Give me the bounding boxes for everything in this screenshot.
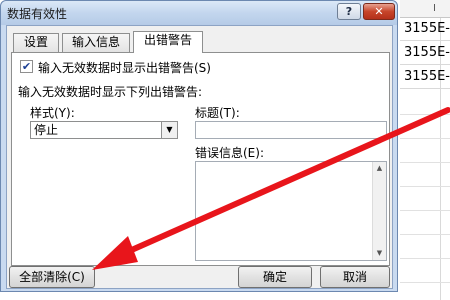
grid-line	[400, 162, 450, 163]
scroll-up-icon[interactable]: ▲	[373, 162, 386, 175]
style-select-value: 停止	[34, 123, 59, 137]
message-scrollbar[interactable]: ▲ ▼	[372, 162, 386, 260]
ok-button[interactable]: 确定	[238, 266, 312, 288]
column-header[interactable]: I	[400, 0, 450, 18]
tab-error-alert[interactable]: 出错警告	[133, 31, 203, 53]
cell-row-3[interactable]: 3155E-	[400, 66, 450, 89]
cell-row-2[interactable]: 3155E-	[400, 42, 450, 65]
message-textarea[interactable]: ▲ ▼	[195, 161, 387, 261]
close-button[interactable]: ✕	[363, 3, 395, 20]
title-label: 标题(T):	[195, 106, 240, 120]
grid-line	[400, 114, 450, 115]
show-error-alert-label[interactable]: 输入无效数据时显示出错警告(S)	[38, 59, 211, 76]
show-error-alert-checkbox[interactable]: ✔	[20, 60, 33, 73]
style-label: 样式(Y):	[30, 106, 75, 120]
dialog-client-area: 设置 输入信息 出错警告 ✔ 输入无效数据时显示出错警告(S) 输入无效数据时显…	[6, 25, 393, 289]
title-bar[interactable]: 数据有效性 ? ✕	[1, 1, 397, 25]
error-alert-panel: ✔ 输入无效数据时显示出错警告(S) 输入无效数据时显示下列出错警告: 样式(Y…	[11, 52, 390, 266]
tab-settings[interactable]: 设置	[13, 33, 59, 52]
grid-line	[400, 234, 450, 235]
cell-row-1[interactable]: 3155E-	[400, 18, 450, 41]
dialog-title: 数据有效性	[7, 7, 68, 21]
message-label: 错误信息(E):	[195, 146, 264, 160]
cancel-button[interactable]: 取消	[320, 266, 390, 288]
grid-line	[400, 282, 450, 283]
help-button[interactable]: ?	[337, 3, 361, 20]
style-select[interactable]: 停止 ▼	[30, 121, 178, 139]
scroll-down-icon[interactable]: ▼	[373, 247, 386, 260]
grid-line	[400, 186, 450, 187]
title-input[interactable]	[195, 121, 387, 139]
grid-line	[400, 138, 450, 139]
data-validation-dialog: 数据有效性 ? ✕ 设置 输入信息 出错警告 ✔ 输入无效数据时显示出错警告(S…	[0, 0, 398, 292]
grid-line	[400, 210, 450, 211]
grid-line	[400, 258, 450, 259]
error-section-label: 输入无效数据时显示下列出错警告:	[18, 85, 203, 99]
clear-all-button[interactable]: 全部清除(C)	[9, 266, 95, 288]
tab-input-message[interactable]: 输入信息	[62, 33, 130, 52]
chevron-down-icon[interactable]: ▼	[161, 122, 177, 138]
